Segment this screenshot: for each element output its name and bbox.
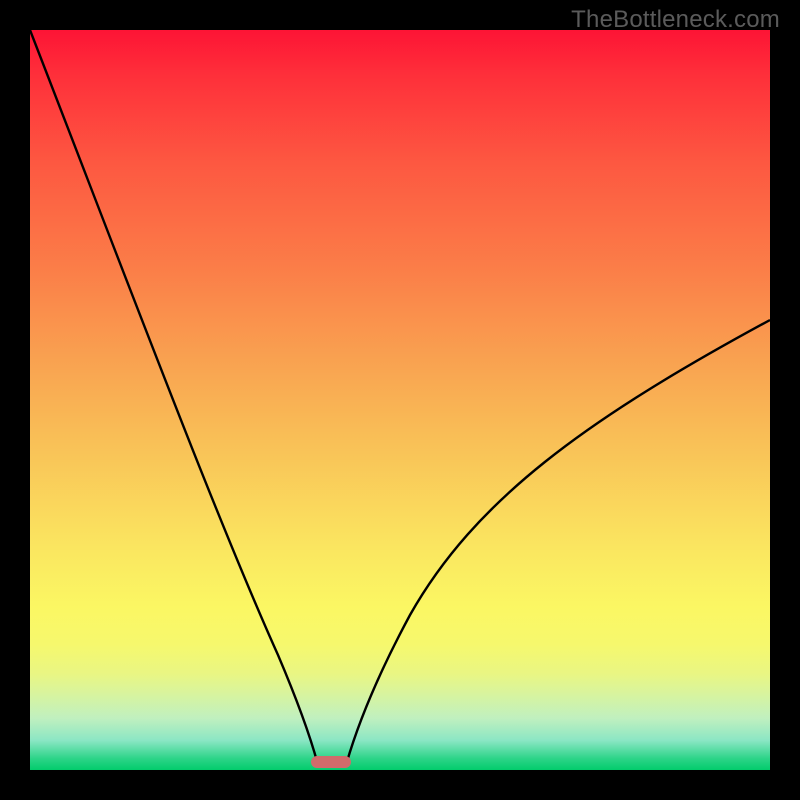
plot-area bbox=[30, 30, 770, 770]
curve-left-branch bbox=[30, 30, 318, 765]
bottleneck-marker bbox=[311, 756, 351, 768]
chart-container: TheBottleneck.com bbox=[0, 0, 800, 800]
curve-right-branch bbox=[346, 320, 770, 765]
bottleneck-curve bbox=[30, 30, 770, 770]
watermark-text: TheBottleneck.com bbox=[571, 6, 780, 34]
